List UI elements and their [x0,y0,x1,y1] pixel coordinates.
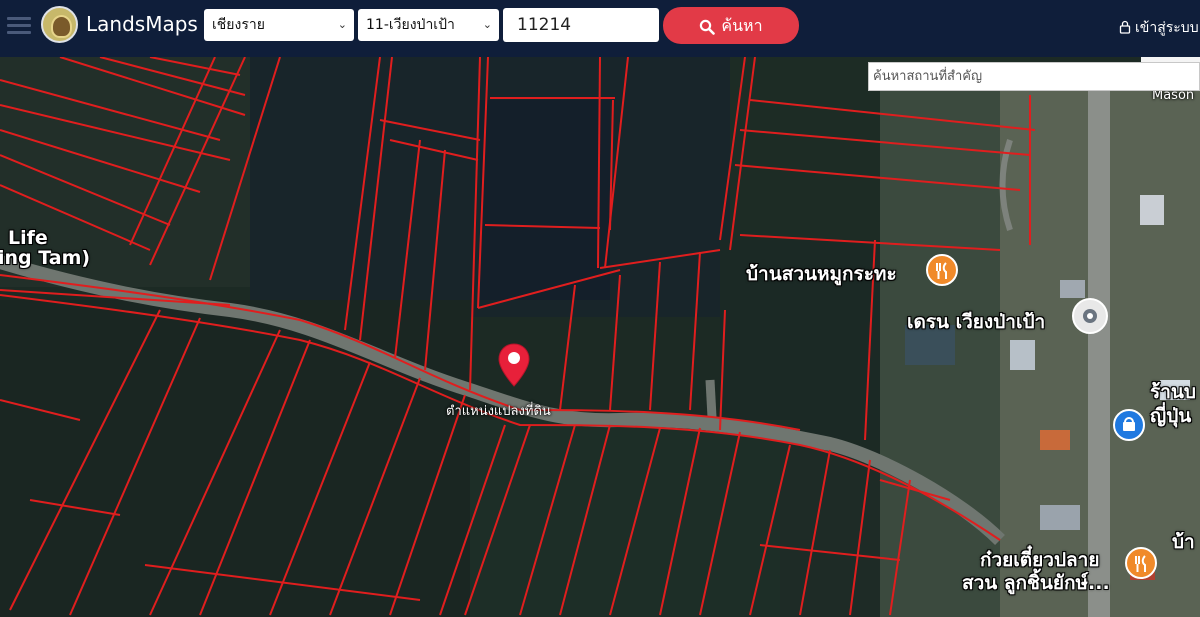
shop-icon[interactable] [1112,408,1146,442]
parcel-number-input[interactable]: 11214 [503,8,659,42]
poi-label[interactable]: ญี่ปุ่น [1150,401,1191,431]
province-select-value: เชียงราย [212,17,265,33]
poi-label[interactable]: บ้านสวนหมูกระทะ [746,259,897,289]
place-marker-icon[interactable] [1071,297,1109,335]
satellite-map[interactable]: ตำแหน่งแปลงที่ดิน บ้านสวนหมูกระทะ เดรน เ… [0,57,1200,617]
district-select[interactable]: 11-เวียงป่าเป้า ⌄ [358,9,499,41]
login-link[interactable]: เข้าสู่ระบบ [1119,17,1199,39]
search-button[interactable]: ค้นหา [663,7,799,44]
parcel-location-pin-icon[interactable] [497,342,531,388]
poi-label[interactable]: เดรน เวียงป่าเป้า [907,307,1045,337]
chevron-down-icon: ⌄ [482,18,492,31]
district-select-value: 11-เวียงป่าเป้า [366,17,455,33]
lock-icon [1119,20,1131,34]
restaurant-icon[interactable] [1124,546,1158,580]
chevron-down-icon: ⌄ [337,18,347,31]
landmark-search-input[interactable]: ค้นหาสถานที่สำคัญ [868,62,1200,91]
landsmaps-logo[interactable] [41,6,78,43]
poi-label[interactable]: บ้า [1172,527,1195,557]
edge-place-label[interactable]: ing Tam) [0,247,90,269]
poi-label[interactable]: สวน ลูกชิ้นยักษ์... [962,568,1110,598]
pin-label: ตำแหน่งแปลงที่ดิน [446,404,551,419]
map-imagery [0,57,1200,617]
hamburger-menu-icon[interactable] [7,14,31,38]
edge-place-label[interactable]: Life [8,227,48,249]
login-link-label: เข้าสู่ระบบ [1135,20,1199,36]
search-button-label: ค้นหา [721,16,763,35]
top-navigation-bar: LandsMaps เชียงราย ⌄ 11-เวียงป่าเป้า ⌄ 1… [0,0,1200,57]
restaurant-icon[interactable] [925,253,959,287]
brand-title[interactable]: LandsMaps [86,12,198,36]
province-select[interactable]: เชียงราย ⌄ [204,9,354,41]
search-icon [700,19,716,35]
